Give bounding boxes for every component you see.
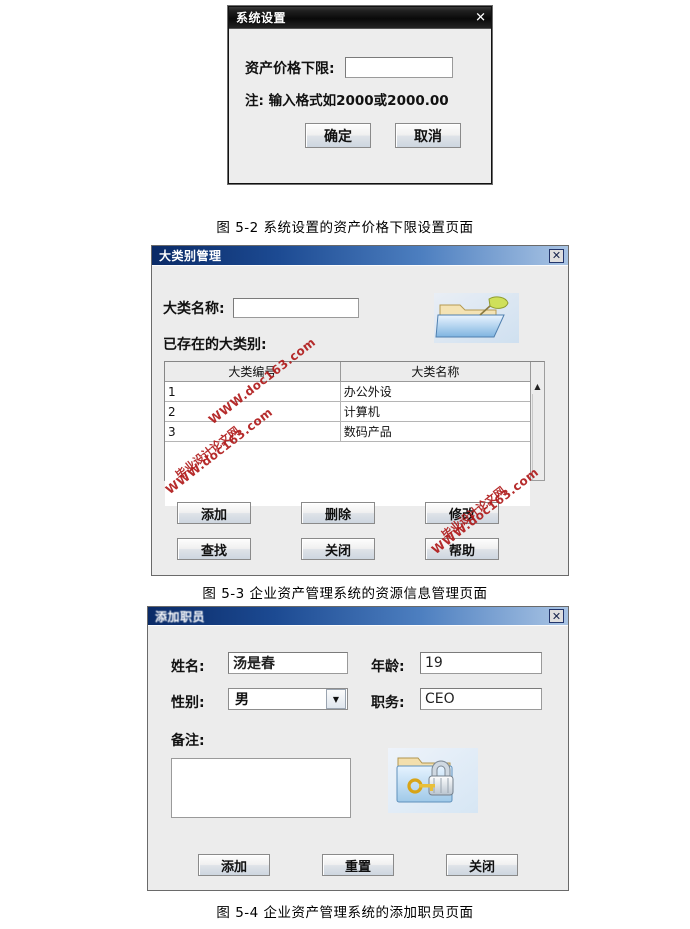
- cell-name: 数码产品: [340, 421, 530, 442]
- cell-id: 3: [165, 421, 341, 442]
- dialog2-buttons: 添加 删除 修改 查找 关闭 帮助: [177, 502, 537, 574]
- cell-id: 1: [165, 381, 341, 402]
- employee-name-label: 姓名:: [171, 659, 205, 675]
- close-icon[interactable]: ✕: [475, 11, 486, 24]
- close-icon[interactable]: ✕: [549, 609, 564, 623]
- employee-position-input[interactable]: CEO: [420, 688, 542, 710]
- folder-edit-icon: [434, 293, 519, 343]
- existing-categories-label: 已存在的大类别:: [163, 337, 267, 353]
- category-name-row: 大类名称:: [163, 298, 359, 318]
- search-button[interactable]: 查找: [177, 538, 251, 560]
- column-header-id[interactable]: 大类编号: [165, 362, 341, 382]
- gender-selected-value: 男: [235, 692, 249, 708]
- table-header-row: 大类编号 大类名称: [165, 362, 530, 382]
- dialog3-title: 添加职员: [155, 609, 206, 624]
- category-name-label: 大类名称:: [163, 301, 225, 317]
- format-note: 注: 输入格式如2000或2000.00: [245, 93, 449, 109]
- close-button[interactable]: 关闭: [301, 538, 375, 560]
- figure-caption-5-2: 图 5-2 系统设置的资产价格下限设置页面: [216, 220, 474, 236]
- add-button[interactable]: 添加: [198, 854, 270, 876]
- price-limit-row: 资产价格下限:: [245, 57, 453, 78]
- table-vertical-scrollbar[interactable]: ▲: [530, 362, 544, 480]
- column-header-name[interactable]: 大类名称: [340, 362, 530, 382]
- table-empty-area: [165, 441, 530, 506]
- dialog2-title: 大类别管理: [159, 249, 222, 263]
- category-name-input[interactable]: [232, 298, 359, 318]
- dialog1-body: 资产价格下限: 注: 输入格式如2000或2000.00 确定 取消: [229, 29, 491, 183]
- table-row[interactable]: 1 办公外设: [165, 381, 530, 402]
- dialog1-title: 系统设置: [236, 11, 287, 25]
- scroll-up-icon[interactable]: ▲: [531, 379, 544, 394]
- dialog2-titlebar: 大类别管理 ✕: [152, 246, 568, 265]
- employee-gender-label: 性别:: [171, 695, 205, 711]
- table-row[interactable]: 3 数码产品: [165, 421, 530, 442]
- ok-button[interactable]: 确定: [305, 123, 371, 148]
- cell-name: 办公外设: [340, 381, 530, 402]
- dialog1-titlebar: 系统设置 ✕: [229, 7, 491, 29]
- dialog1-buttons: 确定 取消: [305, 123, 461, 148]
- employee-position-label: 职务:: [371, 695, 405, 711]
- dialog2-body: 大类名称: 已存在的大类别: 大类编号 大类名称 1 办公外设 2 计算机 3 …: [152, 265, 568, 575]
- employee-age-label: 年龄:: [371, 659, 405, 675]
- category-table: 大类编号 大类名称 1 办公外设 2 计算机 3 数码产品: [165, 362, 530, 506]
- help-button[interactable]: 帮助: [425, 538, 499, 560]
- figure-caption-5-3: 图 5-3 企业资产管理系统的资源信息管理页面: [202, 586, 488, 602]
- employee-memo-textarea[interactable]: [171, 758, 351, 818]
- price-limit-label: 资产价格下限:: [245, 60, 335, 77]
- employee-age-input[interactable]: 19: [420, 652, 542, 674]
- chevron-down-icon[interactable]: ▼: [326, 689, 346, 709]
- dialog3-body: 姓名: 汤是春 年龄: 19 性别: 男 ▼ 职务: CEO 备注: 添加 重置…: [148, 625, 568, 890]
- scrollbar-track[interactable]: [531, 394, 544, 480]
- add-button[interactable]: 添加: [177, 502, 251, 524]
- table-row[interactable]: 2 计算机: [165, 401, 530, 422]
- modify-button[interactable]: 修改: [425, 502, 499, 524]
- add-employee-dialog: 添加职员 ✕ 姓名: 汤是春 年龄: 19 性别: 男 ▼ 职务: CEO 备注…: [147, 606, 569, 891]
- employee-memo-label: 备注:: [171, 733, 205, 749]
- dialog2-button-row-2: 查找 关闭 帮助: [177, 538, 537, 560]
- cell-id: 2: [165, 401, 341, 422]
- system-settings-dialog: 系统设置 ✕ 资产价格下限: 注: 输入格式如2000或2000.00 确定 取…: [228, 6, 492, 184]
- employee-name-input[interactable]: 汤是春: [228, 652, 348, 674]
- category-table-body: 1 办公外设 2 计算机 3 数码产品: [165, 381, 530, 506]
- delete-button[interactable]: 删除: [301, 502, 375, 524]
- figure-caption-5-4: 图 5-4 企业资产管理系统的添加职员页面: [216, 905, 474, 921]
- close-icon[interactable]: ✕: [549, 248, 564, 263]
- cell-name: 计算机: [340, 401, 530, 422]
- price-limit-input[interactable]: [344, 57, 453, 78]
- cancel-button[interactable]: 取消: [395, 123, 461, 148]
- category-management-dialog: 大类别管理 ✕ 大类名称: 已存在的大类别: 大类编号 大类名称 1 办公外设 …: [151, 245, 569, 576]
- category-table-wrapper: 大类编号 大类名称 1 办公外设 2 计算机 3 数码产品 ▲: [164, 361, 545, 506]
- dialog3-buttons: 添加 重置 关闭: [198, 854, 518, 876]
- dialog3-titlebar: 添加职员 ✕: [148, 607, 568, 625]
- dialog2-button-row-1: 添加 删除 修改: [177, 502, 537, 524]
- folder-lock-icon: [388, 748, 478, 813]
- employee-gender-select[interactable]: 男 ▼: [228, 688, 348, 710]
- reset-button[interactable]: 重置: [322, 854, 394, 876]
- close-button[interactable]: 关闭: [446, 854, 518, 876]
